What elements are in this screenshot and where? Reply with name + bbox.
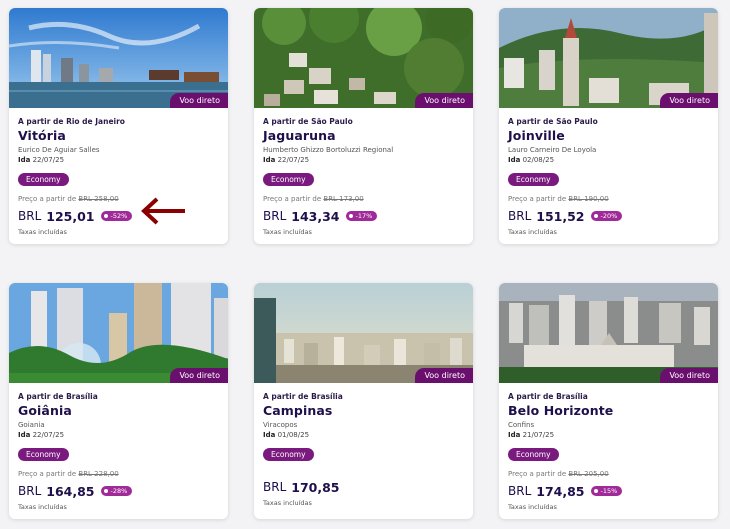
cabin-badge: Economy	[508, 448, 559, 461]
direct-flight-badge: Voo direto	[660, 93, 718, 108]
departure-date: Ida 22/07/25	[18, 156, 65, 164]
taxes-note: Taxas incluídas	[263, 228, 312, 236]
price-from-line: Preço a partir de BRL 258,00	[18, 195, 119, 203]
price: 164,85	[46, 483, 95, 499]
airport-name: Goiania	[18, 421, 45, 429]
destination-card-belo-horizonte[interactable]: Voo direto A partir de Brasília Belo Hor…	[499, 283, 718, 519]
destination-card-campinas[interactable]: Voo direto A partir de Brasília Campinas…	[254, 283, 473, 519]
price-row: BRL 174,85 -15%	[508, 482, 709, 500]
destination-photo: Voo direto	[9, 283, 228, 383]
discount-badge: -17%	[345, 211, 378, 221]
origin-label: A partir de Rio de Janeiro	[18, 117, 125, 126]
taxes-note: Taxas incluídas	[18, 228, 67, 236]
discount-badge: -28%	[100, 486, 133, 496]
currency: BRL	[18, 209, 42, 223]
destination-photo: Voo direto	[254, 283, 473, 383]
currency: BRL	[263, 480, 287, 494]
airport-name: Eurico De Aguiar Salles	[18, 146, 100, 154]
airport-name: Viracopos	[263, 421, 298, 429]
departure-date: Ida 22/07/25	[18, 431, 65, 439]
currency: BRL	[508, 484, 532, 498]
departure-date: Ida 21/07/25	[508, 431, 555, 439]
direct-flight-badge: Voo direto	[415, 368, 473, 383]
airport-name: Humberto Ghizzo Bortoluzzi Regional	[263, 146, 394, 154]
airport-name: Lauro Carneiro De Loyola	[508, 146, 597, 154]
origin-label: A partir de Brasília	[508, 392, 588, 401]
taxes-note: Taxas incluídas	[508, 228, 557, 236]
destination-city: Goiânia	[18, 403, 72, 418]
cabin-badge: Economy	[508, 173, 559, 186]
origin-label: A partir de Brasília	[263, 392, 343, 401]
origin-label: A partir de São Paulo	[508, 117, 598, 126]
price-row: BRL 164,85 -28%	[18, 482, 219, 500]
price-row: BRL 143,34 -17%	[263, 207, 464, 225]
left-arrow-icon	[141, 197, 185, 225]
destination-card-vitoria[interactable]: Voo direto A partir de Rio de Janeiro Vi…	[9, 8, 228, 244]
price-from-line: Preço a partir de BRL 205,00	[508, 470, 609, 478]
cabin-badge: Economy	[263, 448, 314, 461]
cabin-badge: Economy	[18, 448, 69, 461]
discount-badge: -52%	[100, 211, 133, 221]
price: 170,85	[291, 479, 340, 495]
destination-city: Vitória	[18, 128, 66, 143]
departure-date: Ida 01/08/25	[263, 431, 310, 439]
price-row: BRL 170,85	[263, 478, 464, 496]
airport-name: Confins	[508, 421, 535, 429]
direct-flight-badge: Voo direto	[170, 368, 228, 383]
direct-flight-badge: Voo direto	[170, 93, 228, 108]
destination-photo: Voo direto	[9, 8, 228, 108]
currency: BRL	[508, 209, 532, 223]
destination-card-goiania[interactable]: Voo direto A partir de Brasília Goiânia …	[9, 283, 228, 519]
origin-label: A partir de São Paulo	[263, 117, 353, 126]
destination-city: Belo Horizonte	[508, 403, 614, 418]
direct-flight-badge: Voo direto	[415, 93, 473, 108]
price-row: BRL 125,01 -52%	[18, 207, 219, 225]
destination-photo: Voo direto	[499, 283, 718, 383]
price: 151,52	[536, 208, 585, 224]
taxes-note: Taxas incluídas	[18, 503, 67, 511]
departure-date: Ida 22/07/25	[263, 156, 310, 164]
cabin-badge: Economy	[18, 173, 69, 186]
destination-card-jaguaruna[interactable]: Voo direto A partir de São Paulo Jaguaru…	[254, 8, 473, 244]
price-from-line: Preço a partir de BRL 190,00	[508, 195, 609, 203]
price-from-line: Preço a partir de BRL 228,00	[18, 470, 119, 478]
departure-date: Ida 02/08/25	[508, 156, 555, 164]
destination-city: Campinas	[263, 403, 333, 418]
destination-photo: Voo direto	[254, 8, 473, 108]
discount-badge: -15%	[590, 486, 623, 496]
direct-flight-badge: Voo direto	[660, 368, 718, 383]
price-from-line	[263, 470, 464, 476]
price-from-line: Preço a partir de BRL 173,00	[263, 195, 364, 203]
discount-badge: -20%	[590, 211, 623, 221]
currency: BRL	[263, 209, 287, 223]
destination-photo: Voo direto	[499, 8, 718, 108]
destination-city: Joinville	[508, 128, 565, 143]
price: 143,34	[291, 208, 340, 224]
cabin-badge: Economy	[263, 173, 314, 186]
currency: BRL	[18, 484, 42, 498]
price: 174,85	[536, 483, 585, 499]
destination-city: Jaguaruna	[263, 128, 336, 143]
destination-card-joinville[interactable]: Voo direto A partir de São Paulo Joinvil…	[499, 8, 718, 244]
price-row: BRL 151,52 -20%	[508, 207, 709, 225]
taxes-note: Taxas incluídas	[508, 503, 557, 511]
price: 125,01	[46, 208, 95, 224]
origin-label: A partir de Brasília	[18, 392, 98, 401]
taxes-note: Taxas incluídas	[263, 499, 312, 507]
